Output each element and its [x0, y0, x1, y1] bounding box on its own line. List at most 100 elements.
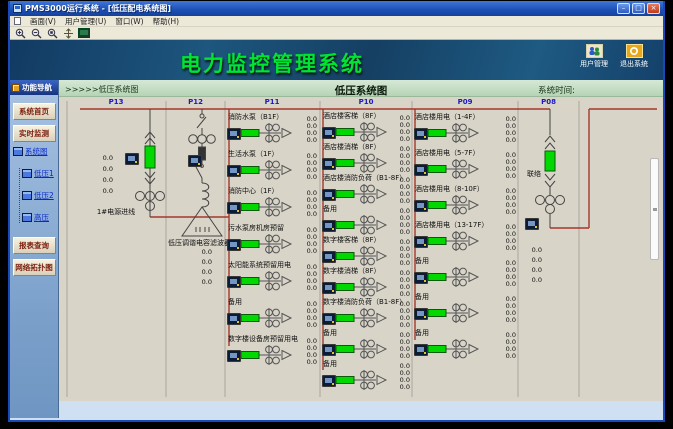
breaker[interactable]: [428, 202, 446, 209]
close-button[interactable]: ×: [647, 3, 660, 14]
breaker[interactable]: [241, 278, 259, 285]
sidebar-item-topology[interactable]: 网络拓扑图: [13, 259, 56, 276]
minimize-button[interactable]: –: [617, 3, 630, 14]
feeder-row[interactable]: 消防中心（1F）0.00.00.00.0: [225, 185, 319, 222]
meter-icon[interactable]: [188, 155, 202, 167]
zoom-out-icon[interactable]: [30, 28, 42, 39]
meter-icon[interactable]: [414, 344, 428, 356]
meter-icon[interactable]: [414, 308, 428, 320]
feeder-row[interactable]: 酒店楼用电（5-7F）0.00.00.00.0: [412, 147, 518, 183]
zoom-actual-icon[interactable]: [46, 28, 58, 39]
meter-icon[interactable]: [525, 218, 539, 230]
breaker[interactable]: [336, 315, 354, 322]
feeder-row[interactable]: 酒店楼用电（1-4F）0.00.00.00.0: [412, 111, 518, 147]
feeder-row[interactable]: 酒店楼用电（13-17F）0.00.00.00.0: [412, 219, 518, 255]
feeder-row[interactable]: 酒店楼用电（8-10F）0.00.00.00.0: [412, 183, 518, 219]
meter-icon[interactable]: [414, 164, 428, 176]
breaker[interactable]: [428, 346, 446, 353]
breaker[interactable]: [428, 310, 446, 317]
sidebar-item-reports[interactable]: 报表查询: [13, 237, 56, 254]
feeder-row[interactable]: 太阳能系统预留用电0.00.00.00.0: [225, 259, 319, 296]
feeder-row[interactable]: 生活水泵（1F）0.00.00.00.0: [225, 148, 319, 185]
menu-window[interactable]: 窗口(W): [115, 16, 143, 27]
meter-icon[interactable]: [414, 200, 428, 212]
breaker[interactable]: [336, 284, 354, 291]
meter-icon[interactable]: [414, 128, 428, 140]
feeder-row[interactable]: 备用0.00.00.00.0: [412, 291, 518, 327]
feeder-row[interactable]: 备用0.00.00.00.0: [320, 327, 412, 358]
zoom-in-icon[interactable]: [14, 28, 26, 39]
breaker[interactable]: [241, 204, 259, 211]
meter-icon[interactable]: [227, 239, 241, 251]
bus-section-P11: P11消防水泵（B1F）0.00.00.00.0生活水泵（1F）0.00.00.…: [225, 97, 319, 401]
meter-icon[interactable]: [125, 153, 139, 165]
breaker[interactable]: [241, 241, 259, 248]
feeder-row[interactable]: 备用0.00.00.00.0: [412, 255, 518, 291]
breaker[interactable]: [336, 346, 354, 353]
breaker[interactable]: [428, 274, 446, 281]
feeder-row[interactable]: 酒店楼消梯（8F）0.00.00.00.0: [320, 141, 412, 172]
breaker[interactable]: [336, 160, 354, 167]
feeder-row[interactable]: 备用0.00.00.00.0: [412, 327, 518, 363]
feeder-row[interactable]: 污水泵房机房预留0.00.00.00.0: [225, 222, 319, 259]
tree-item-lowvoltage1[interactable]: 低压1: [22, 168, 58, 179]
breaker[interactable]: [336, 253, 354, 260]
meter-icon[interactable]: [322, 344, 336, 356]
meter-icon[interactable]: [322, 375, 336, 387]
feeder-row[interactable]: 备用0.00.00.00.0: [320, 358, 412, 389]
fullscreen-icon[interactable]: [78, 28, 90, 39]
tree-item-lowvoltage2[interactable]: 低压2: [22, 190, 58, 201]
feeder-row[interactable]: 备用0.00.00.00.0: [320, 203, 412, 234]
breaker[interactable]: [428, 166, 446, 173]
meter-icon[interactable]: [322, 251, 336, 263]
tree-root-system-diagram[interactable]: 系统图: [13, 146, 58, 157]
breaker[interactable]: [336, 191, 354, 198]
breaker[interactable]: [241, 167, 259, 174]
meter-icon[interactable]: [227, 350, 241, 362]
menu-view[interactable]: 画面(V): [30, 16, 56, 27]
meter-icon[interactable]: [414, 272, 428, 284]
feeder-row[interactable]: 酒店楼消防负荷（B1-8F）0.00.00.00.0: [320, 172, 412, 203]
breaker[interactable]: [428, 130, 446, 137]
breaker[interactable]: [336, 377, 354, 384]
feeder-row[interactable]: 备用0.00.00.00.0: [225, 296, 319, 333]
feeder-row[interactable]: 数字楼消梯（8F）0.00.00.00.0: [320, 265, 412, 296]
feeder-row[interactable]: 消防水泵（B1F）0.00.00.00.0: [225, 111, 319, 148]
sidebar-item-realtime[interactable]: 实时监测: [13, 125, 56, 142]
bus-section-P09: P09酒店楼用电（1-4F）0.00.00.00.0酒店楼用电（5-7F）0.0…: [412, 97, 518, 401]
menu-help[interactable]: 帮助(H): [153, 16, 180, 27]
feeder-row[interactable]: 数字楼设备房预留用电0.00.00.00.0: [225, 333, 319, 370]
bus-section-P13: P131#电源进线0.00.00.00.0: [67, 97, 165, 401]
breaker[interactable]: [241, 315, 259, 322]
breaker[interactable]: [241, 130, 259, 137]
meter-icon[interactable]: [322, 158, 336, 170]
breaker[interactable]: [428, 238, 446, 245]
maximize-button[interactable]: □: [632, 3, 645, 14]
meter-icon[interactable]: [322, 127, 336, 139]
meter-icon[interactable]: [227, 313, 241, 325]
menu-user-management[interactable]: 用户管理(U): [65, 16, 106, 27]
meter-icon[interactable]: [322, 220, 336, 232]
sidebar-item-home[interactable]: 系统首页: [13, 103, 56, 120]
user-management-button[interactable]: 用户管理: [577, 44, 611, 69]
tree-item-highvoltage[interactable]: 高压: [22, 212, 58, 223]
feeder-row[interactable]: 数字楼消防负荷（B1-8F）0.00.00.00.0: [320, 296, 412, 327]
vertical-scrollbar-thumb[interactable]: [650, 158, 659, 260]
meter-icon[interactable]: [227, 276, 241, 288]
meter-icon[interactable]: [322, 189, 336, 201]
meter-icon[interactable]: [322, 313, 336, 325]
breaker[interactable]: [241, 352, 259, 359]
feeder-row[interactable]: 数字楼客梯（8F）0.00.00.00.0: [320, 234, 412, 265]
feeder-row[interactable]: 酒店楼客梯（8F）0.00.00.00.0: [320, 110, 412, 141]
meter-icon[interactable]: [322, 282, 336, 294]
breaker[interactable]: [336, 222, 354, 229]
meter-icon[interactable]: [227, 202, 241, 214]
feeder-readings: 0.00.00.00.0: [500, 332, 516, 360]
pan-icon[interactable]: [62, 28, 74, 39]
exit-system-button[interactable]: 退出系统: [617, 44, 651, 69]
meter-icon[interactable]: [227, 165, 241, 177]
meter-icon[interactable]: [227, 128, 241, 140]
feeder-readings: 0.00.00.00.0: [394, 239, 410, 267]
meter-icon[interactable]: [414, 236, 428, 248]
breaker[interactable]: [336, 129, 354, 136]
